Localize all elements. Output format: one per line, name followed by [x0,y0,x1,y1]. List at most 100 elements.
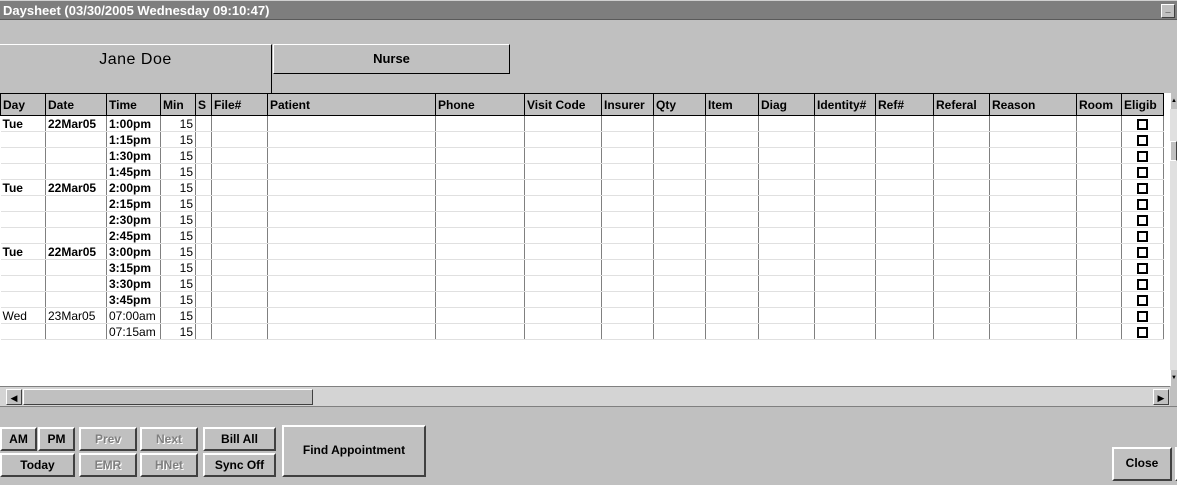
cell-day[interactable] [0,163,46,180]
cell-date[interactable] [45,291,107,308]
checkbox-icon[interactable] [1137,214,1148,226]
cell-empty[interactable] [933,163,990,180]
cell-empty[interactable] [195,131,212,148]
cell-empty[interactable] [524,259,602,276]
cell-date[interactable] [45,227,107,244]
sync-off-button[interactable]: Sync Off [203,453,276,477]
cell-empty[interactable] [989,179,1077,196]
cell-eligible[interactable] [1121,227,1164,244]
cell-empty[interactable] [989,211,1077,228]
cell-empty[interactable] [814,131,876,148]
cell-empty[interactable] [705,195,759,212]
checkbox-icon[interactable] [1137,326,1148,338]
cell-empty[interactable] [601,307,654,324]
cell-min[interactable]: 15 [160,211,196,228]
scroll-down-icon[interactable]: ▼ [1170,370,1177,386]
cell-empty[interactable] [758,323,815,340]
cell-date[interactable] [45,275,107,292]
column-header[interactable]: Date [45,93,107,116]
cell-empty[interactable] [435,323,525,340]
cell-empty[interactable] [814,179,876,196]
cell-empty[interactable] [267,291,436,308]
column-header[interactable]: Referal [933,93,990,116]
cell-empty[interactable] [524,275,602,292]
cell-empty[interactable] [653,275,706,292]
pm-button[interactable]: PM [38,427,75,451]
cell-empty[interactable] [933,147,990,164]
checkbox-icon[interactable] [1137,166,1148,178]
cell-empty[interactable] [1076,147,1122,164]
column-header[interactable]: Insurer [601,93,654,116]
cell-empty[interactable] [524,307,602,324]
cell-empty[interactable] [989,243,1077,260]
vertical-scroll-thumb[interactable] [1170,141,1177,161]
cell-empty[interactable] [211,163,268,180]
cell-empty[interactable] [758,307,815,324]
cell-empty[interactable] [601,259,654,276]
cell-empty[interactable] [195,291,212,308]
cell-empty[interactable] [267,131,436,148]
cell-empty[interactable] [758,115,815,132]
cell-empty[interactable] [211,275,268,292]
cell-day[interactable]: Tue [0,115,46,132]
cell-empty[interactable] [814,291,876,308]
checkbox-icon[interactable] [1137,230,1148,242]
cell-empty[interactable] [933,211,990,228]
cell-empty[interactable] [758,259,815,276]
scroll-left-icon[interactable]: ◀ [6,389,22,405]
cell-empty[interactable] [875,147,934,164]
cell-time[interactable]: 3:15pm [106,259,161,276]
table-row[interactable]: Tue 22Mar05 1:00pm 15 [0,115,1164,132]
tab-jane-doe[interactable]: Jane Doe [0,44,272,93]
cell-empty[interactable] [653,291,706,308]
cell-min[interactable]: 15 [160,307,196,324]
cell-empty[interactable] [653,307,706,324]
cell-min[interactable]: 15 [160,179,196,196]
cell-min[interactable]: 15 [160,147,196,164]
cell-min[interactable]: 15 [160,131,196,148]
cell-empty[interactable] [211,115,268,132]
cell-empty[interactable] [705,291,759,308]
cell-empty[interactable] [211,259,268,276]
cell-empty[interactable] [875,179,934,196]
cell-day[interactable]: Tue [0,179,46,196]
cell-empty[interactable] [435,291,525,308]
column-header[interactable]: Eligib [1121,93,1164,116]
cell-empty[interactable] [195,323,212,340]
cell-empty[interactable] [195,227,212,244]
cell-time[interactable]: 2:45pm [106,227,161,244]
scroll-right-icon[interactable]: ▶ [1153,389,1169,405]
cell-time[interactable]: 2:15pm [106,195,161,212]
column-header[interactable]: Room [1076,93,1122,116]
vertical-scrollbar[interactable]: ▲ ▼ [1170,93,1177,386]
table-row[interactable]: 3:45pm 15 [0,291,1164,308]
cell-empty[interactable] [933,275,990,292]
cell-eligible[interactable] [1121,163,1164,180]
cell-empty[interactable] [653,115,706,132]
cell-empty[interactable] [435,227,525,244]
cell-time[interactable]: 3:00pm [106,243,161,260]
table-row[interactable]: 3:30pm 15 [0,275,1164,292]
cell-empty[interactable] [211,291,268,308]
cell-empty[interactable] [814,115,876,132]
cell-day[interactable] [0,275,46,292]
cell-empty[interactable] [195,163,212,180]
cell-empty[interactable] [524,163,602,180]
cell-empty[interactable] [1076,211,1122,228]
column-header[interactable]: S [195,93,212,116]
cell-empty[interactable] [875,275,934,292]
cell-empty[interactable] [875,163,934,180]
cell-empty[interactable] [705,147,759,164]
cell-empty[interactable] [195,211,212,228]
cell-empty[interactable] [875,307,934,324]
cell-eligible[interactable] [1121,211,1164,228]
cell-empty[interactable] [211,323,268,340]
table-row[interactable]: Tue 22Mar05 3:00pm 15 [0,243,1164,260]
cell-empty[interactable] [653,179,706,196]
table-row[interactable]: 07:15am 15 [0,323,1164,340]
cell-empty[interactable] [989,147,1077,164]
cell-empty[interactable] [875,259,934,276]
column-header[interactable]: Min [160,93,196,116]
cell-empty[interactable] [601,323,654,340]
cell-eligible[interactable] [1121,307,1164,324]
